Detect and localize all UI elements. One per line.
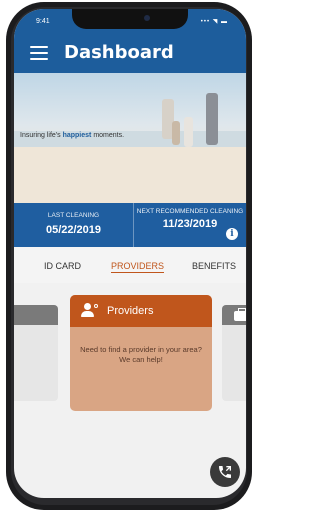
info-icon[interactable]: i [226, 228, 238, 240]
call-button[interactable] [210, 457, 240, 487]
status-time: 9:41 [36, 18, 50, 25]
notch [72, 9, 188, 29]
page-title: Dashboard [64, 42, 174, 63]
providers-card-header: Providers [70, 295, 212, 327]
providers-card[interactable]: Providers Need to find a provider in you… [70, 295, 212, 411]
status-icons: ••• ◥ ▬ [200, 19, 228, 25]
hero-figure-child-2 [172, 121, 180, 145]
app-header: Dashboard [14, 33, 246, 73]
hamburger-menu-icon[interactable] [30, 46, 48, 60]
cleaning-panel: LAST CLEANING 05/22/2019 NEXT RECOMMENDE… [14, 203, 246, 247]
next-cleaning-label: NEXT RECOMMENDED CLEANING [136, 208, 244, 215]
hero-sand [14, 147, 246, 203]
next-cleaning: NEXT RECOMMENDED CLEANING 11/23/2019 [134, 203, 246, 247]
phone-icon [219, 466, 231, 478]
app-screen: 9:41 ••• ◥ ▬ Dashboard Insuring life's h… [14, 9, 246, 498]
briefcase-icon [234, 308, 246, 321]
benefits-card[interactable] [222, 305, 246, 401]
providers-card-title: Providers [107, 305, 154, 317]
tab-providers[interactable]: PROVIDERS [111, 261, 165, 273]
person-pin-icon [80, 303, 98, 319]
hero-figure-child-1 [184, 117, 193, 147]
last-cleaning: LAST CLEANING 05/22/2019 [14, 203, 134, 247]
benefits-card-header [222, 305, 246, 325]
last-cleaning-label: LAST CLEANING [47, 212, 100, 219]
hero-banner: Insuring life's happiest moments. [14, 73, 246, 203]
providers-card-body: Need to find a provider in your area? We… [80, 345, 202, 364]
hero-tagline: Insuring life's happiest moments. [20, 132, 125, 139]
tab-bar: ID CARD PROVIDERS BENEFITS [14, 247, 246, 283]
hero-figure-adult-2 [206, 93, 218, 145]
id-card-card[interactable] [14, 305, 58, 401]
last-cleaning-date: 05/22/2019 [45, 224, 102, 236]
tab-benefits[interactable]: BENEFITS [192, 261, 236, 271]
tab-id-card[interactable]: ID CARD [44, 261, 81, 271]
id-card-card-header [14, 305, 58, 325]
camera-icon [144, 15, 150, 21]
